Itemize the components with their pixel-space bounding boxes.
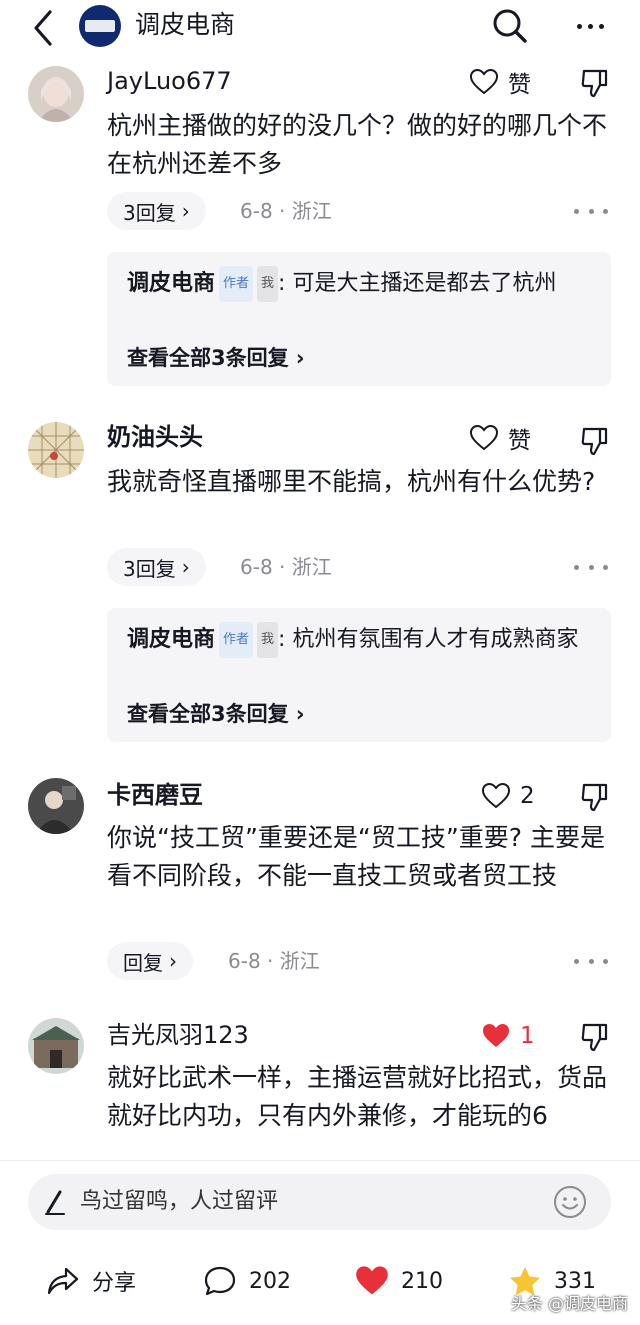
- dislike-icon[interactable]: [580, 1022, 608, 1052]
- view-all-replies-link[interactable]: 查看全部3条回复 ›: [127, 698, 305, 728]
- me-tag: 我: [257, 622, 279, 658]
- chevron-right-icon: ›: [169, 949, 177, 973]
- comment-meta: 6-8 · 浙江: [240, 199, 332, 223]
- dislike-icon[interactable]: [580, 68, 608, 98]
- back-arrow-icon[interactable]: [28, 8, 60, 48]
- like-article-button[interactable]: 210: [355, 1256, 443, 1306]
- comment-meta: 6-8 · 浙江: [240, 555, 332, 579]
- comment-more-icon[interactable]: [574, 557, 608, 577]
- comment-text: 你说“技工贸”重要还是“贸工技”重要? 主要是看不同阶段，不能一直技工贸或者贸工…: [107, 823, 606, 890]
- reply-button[interactable]: 回复 ›: [107, 942, 193, 980]
- comment-username[interactable]: 吉光凤羽123: [107, 1020, 249, 1050]
- like-count: 赞: [508, 428, 531, 454]
- avatar[interactable]: [28, 778, 84, 834]
- comment-text: 就好比武术一样，主播运营就好比招式，货品就好比内功，只有内外兼修，才能玩的6: [107, 1063, 607, 1130]
- comment-input[interactable]: 鸟过留鸣，人过留评: [28, 1174, 611, 1230]
- heart-filled-icon: [356, 1266, 388, 1295]
- comment-count: 202: [249, 1268, 291, 1294]
- share-icon: [47, 1267, 79, 1295]
- reply-label: 回复: [123, 950, 163, 975]
- share-label: 分享: [92, 1271, 137, 1296]
- reply-content: : 杭州有氛围有人才有成熟商家: [278, 627, 579, 652]
- pen-icon: [44, 1188, 68, 1216]
- like-count: 1: [520, 1023, 535, 1049]
- reply-text: 调皮电商 作者我: 可是大主播还是都去了杭州: [127, 266, 587, 302]
- chevron-right-icon: ›: [181, 555, 190, 579]
- heart-outline-icon: [481, 782, 511, 809]
- more-options-icon[interactable]: [570, 8, 610, 44]
- top-bar: 调皮电商: [0, 0, 640, 54]
- like-total: 210: [401, 1268, 443, 1294]
- reply-preview[interactable]: 调皮电商 作者我: 杭州有氛围有人才有成熟商家 查看全部3条回复 ›: [107, 608, 611, 742]
- emoji-icon[interactable]: [552, 1184, 588, 1220]
- reply-author[interactable]: 调皮电商: [127, 271, 215, 296]
- channel-logo[interactable]: [79, 5, 121, 47]
- me-tag: 我: [257, 266, 279, 302]
- comment-more-icon[interactable]: [574, 201, 608, 221]
- dislike-icon[interactable]: [580, 426, 608, 456]
- heart-filled-icon: [482, 1023, 510, 1049]
- reply-count-button[interactable]: 3回复 ›: [107, 548, 206, 586]
- page-title[interactable]: 调皮电商: [135, 9, 235, 41]
- reply-author[interactable]: 调皮电商: [127, 627, 215, 652]
- reply-preview[interactable]: 调皮电商 作者我: 可是大主播还是都去了杭州 查看全部3条回复 ›: [107, 252, 611, 386]
- avatar[interactable]: [28, 1018, 84, 1074]
- comment-more-icon[interactable]: [574, 951, 608, 971]
- search-icon[interactable]: [490, 6, 530, 46]
- like-button[interactable]: 1: [482, 1020, 535, 1052]
- share-button[interactable]: 分享: [46, 1256, 136, 1306]
- avatar[interactable]: [28, 66, 84, 122]
- like-button[interactable]: 赞: [469, 422, 531, 454]
- reply-content: : 可是大主播还是都去了杭州: [278, 271, 557, 296]
- comment-username[interactable]: 卡西磨豆: [107, 780, 203, 810]
- comments-button[interactable]: 202: [203, 1256, 291, 1306]
- heart-outline-icon: [469, 68, 499, 95]
- divider: [0, 1160, 640, 1161]
- like-button[interactable]: 赞: [469, 66, 531, 98]
- comment-bubble-icon: [204, 1266, 236, 1296]
- comment-text: 我就奇怪直播哪里不能搞，杭州有什么优势?: [107, 467, 596, 496]
- author-tag: 作者: [219, 622, 254, 658]
- author-tag: 作者: [219, 266, 254, 302]
- avatar[interactable]: [28, 422, 84, 478]
- watermark: 头条 @调皮电商: [510, 1294, 628, 1313]
- comment-input-placeholder: 鸟过留鸣，人过留评: [80, 1189, 279, 1214]
- comment-username[interactable]: 奶油头头: [107, 422, 203, 452]
- dislike-icon[interactable]: [580, 782, 608, 812]
- comment-meta: 6-8 · 浙江: [228, 949, 320, 973]
- comment-username[interactable]: JayLuo677: [107, 66, 232, 96]
- reply-count-label: 3回复: [123, 200, 176, 225]
- like-count: 2: [520, 783, 535, 809]
- reply-count-button[interactable]: 3回复 ›: [107, 192, 206, 230]
- comment-text: 杭州主播做的好的没几个？做的好的哪几个不在杭州还差不多: [107, 111, 608, 178]
- heart-outline-icon: [469, 424, 499, 451]
- like-button[interactable]: 2: [481, 780, 535, 812]
- reply-text: 调皮电商 作者我: 杭州有氛围有人才有成熟商家: [127, 622, 587, 658]
- view-all-replies-link[interactable]: 查看全部3条回复 ›: [127, 342, 305, 372]
- like-count: 赞: [508, 72, 531, 98]
- chevron-right-icon: ›: [181, 199, 190, 223]
- reply-count-label: 3回复: [123, 556, 176, 581]
